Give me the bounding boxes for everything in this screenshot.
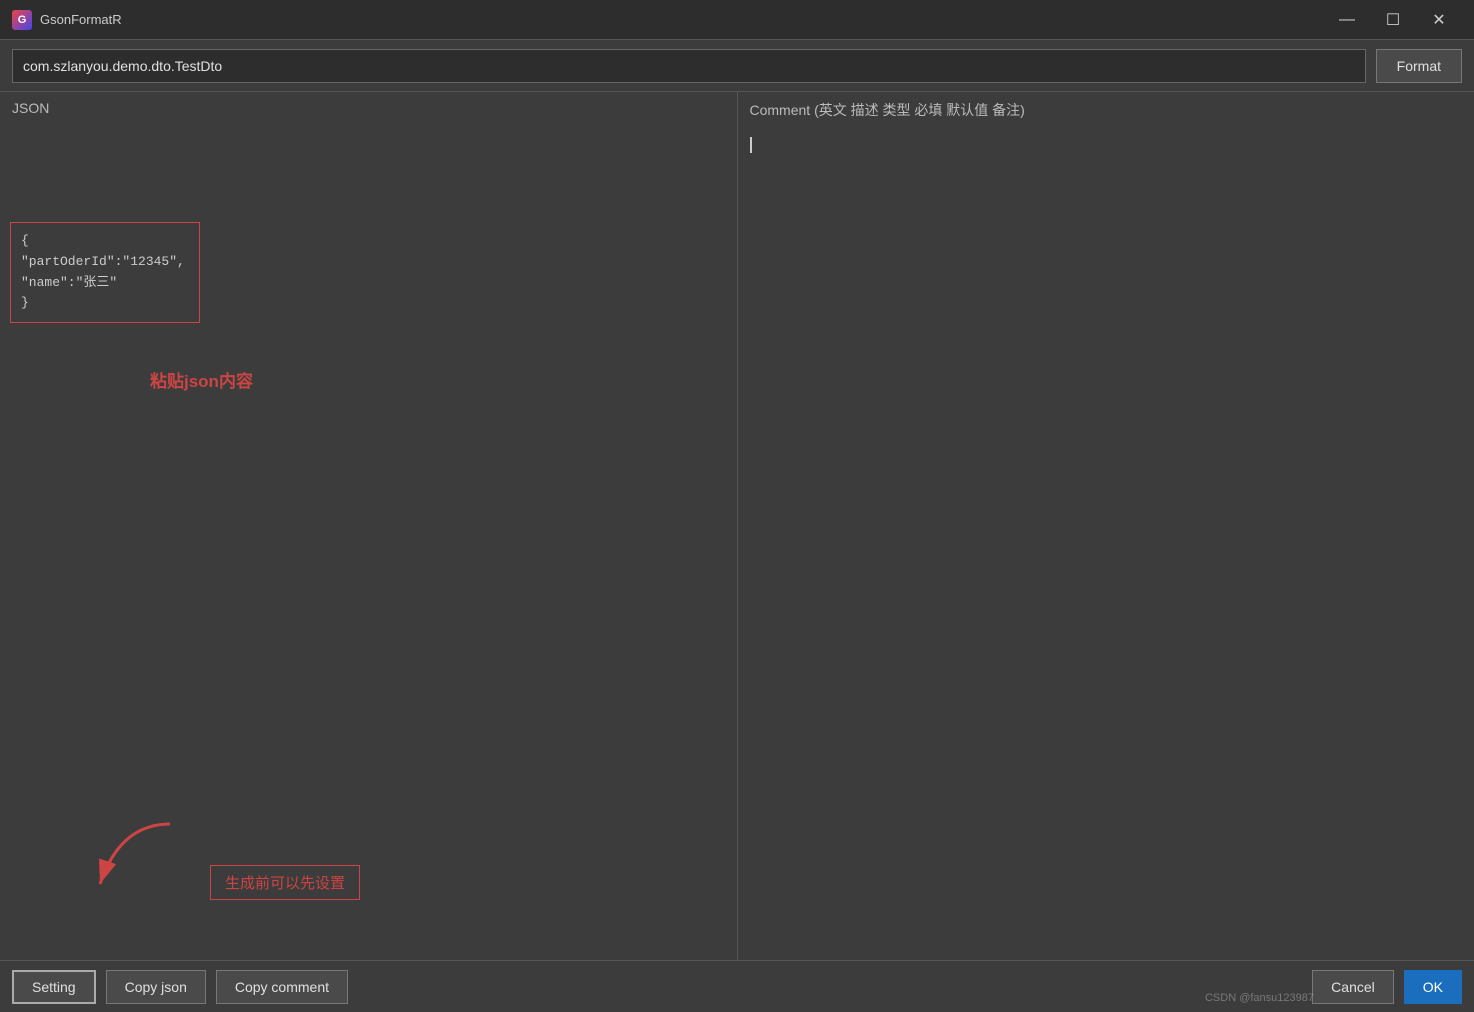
title-bar-controls: — ☐ ✕: [1324, 4, 1462, 36]
comment-cursor: [750, 137, 752, 153]
app-icon: G: [12, 10, 32, 30]
watermark: CSDN @fansu123987: [1205, 992, 1314, 1004]
bottom-bar-left: Setting Copy json Copy comment: [12, 970, 348, 1004]
comment-cursor-area: [738, 128, 1474, 162]
format-button[interactable]: Format: [1376, 49, 1462, 83]
app-title: GsonFormatR: [40, 12, 122, 27]
comment-panel-header: Comment (英文 描述 类型 必填 默认值 备注): [738, 92, 1474, 128]
comment-editor[interactable]: [738, 162, 1474, 960]
toolbar: Format: [0, 40, 1474, 92]
cancel-button[interactable]: Cancel: [1312, 970, 1394, 1004]
copy-comment-button[interactable]: Copy comment: [216, 970, 348, 1004]
title-bar-left: G GsonFormatR: [12, 10, 122, 30]
json-panel: JSON { "partOderId":"12345", "name":"张三"…: [0, 92, 738, 960]
maximize-button[interactable]: ☐: [1370, 4, 1416, 36]
copy-json-button[interactable]: Copy json: [106, 970, 206, 1004]
minimize-button[interactable]: —: [1324, 4, 1370, 36]
title-bar: G GsonFormatR — ☐ ✕: [0, 0, 1474, 40]
ok-button[interactable]: OK: [1404, 970, 1462, 1004]
bottom-bar: Setting Copy json Copy comment Cancel OK: [0, 960, 1474, 1012]
comment-panel: Comment (英文 描述 类型 必填 默认值 备注): [738, 92, 1474, 960]
class-name-input[interactable]: [12, 49, 1366, 83]
main-content: JSON { "partOderId":"12345", "name":"张三"…: [0, 92, 1474, 960]
bottom-bar-right: Cancel OK: [1312, 970, 1462, 1004]
close-button[interactable]: ✕: [1416, 4, 1462, 36]
setting-button[interactable]: Setting: [12, 970, 96, 1004]
